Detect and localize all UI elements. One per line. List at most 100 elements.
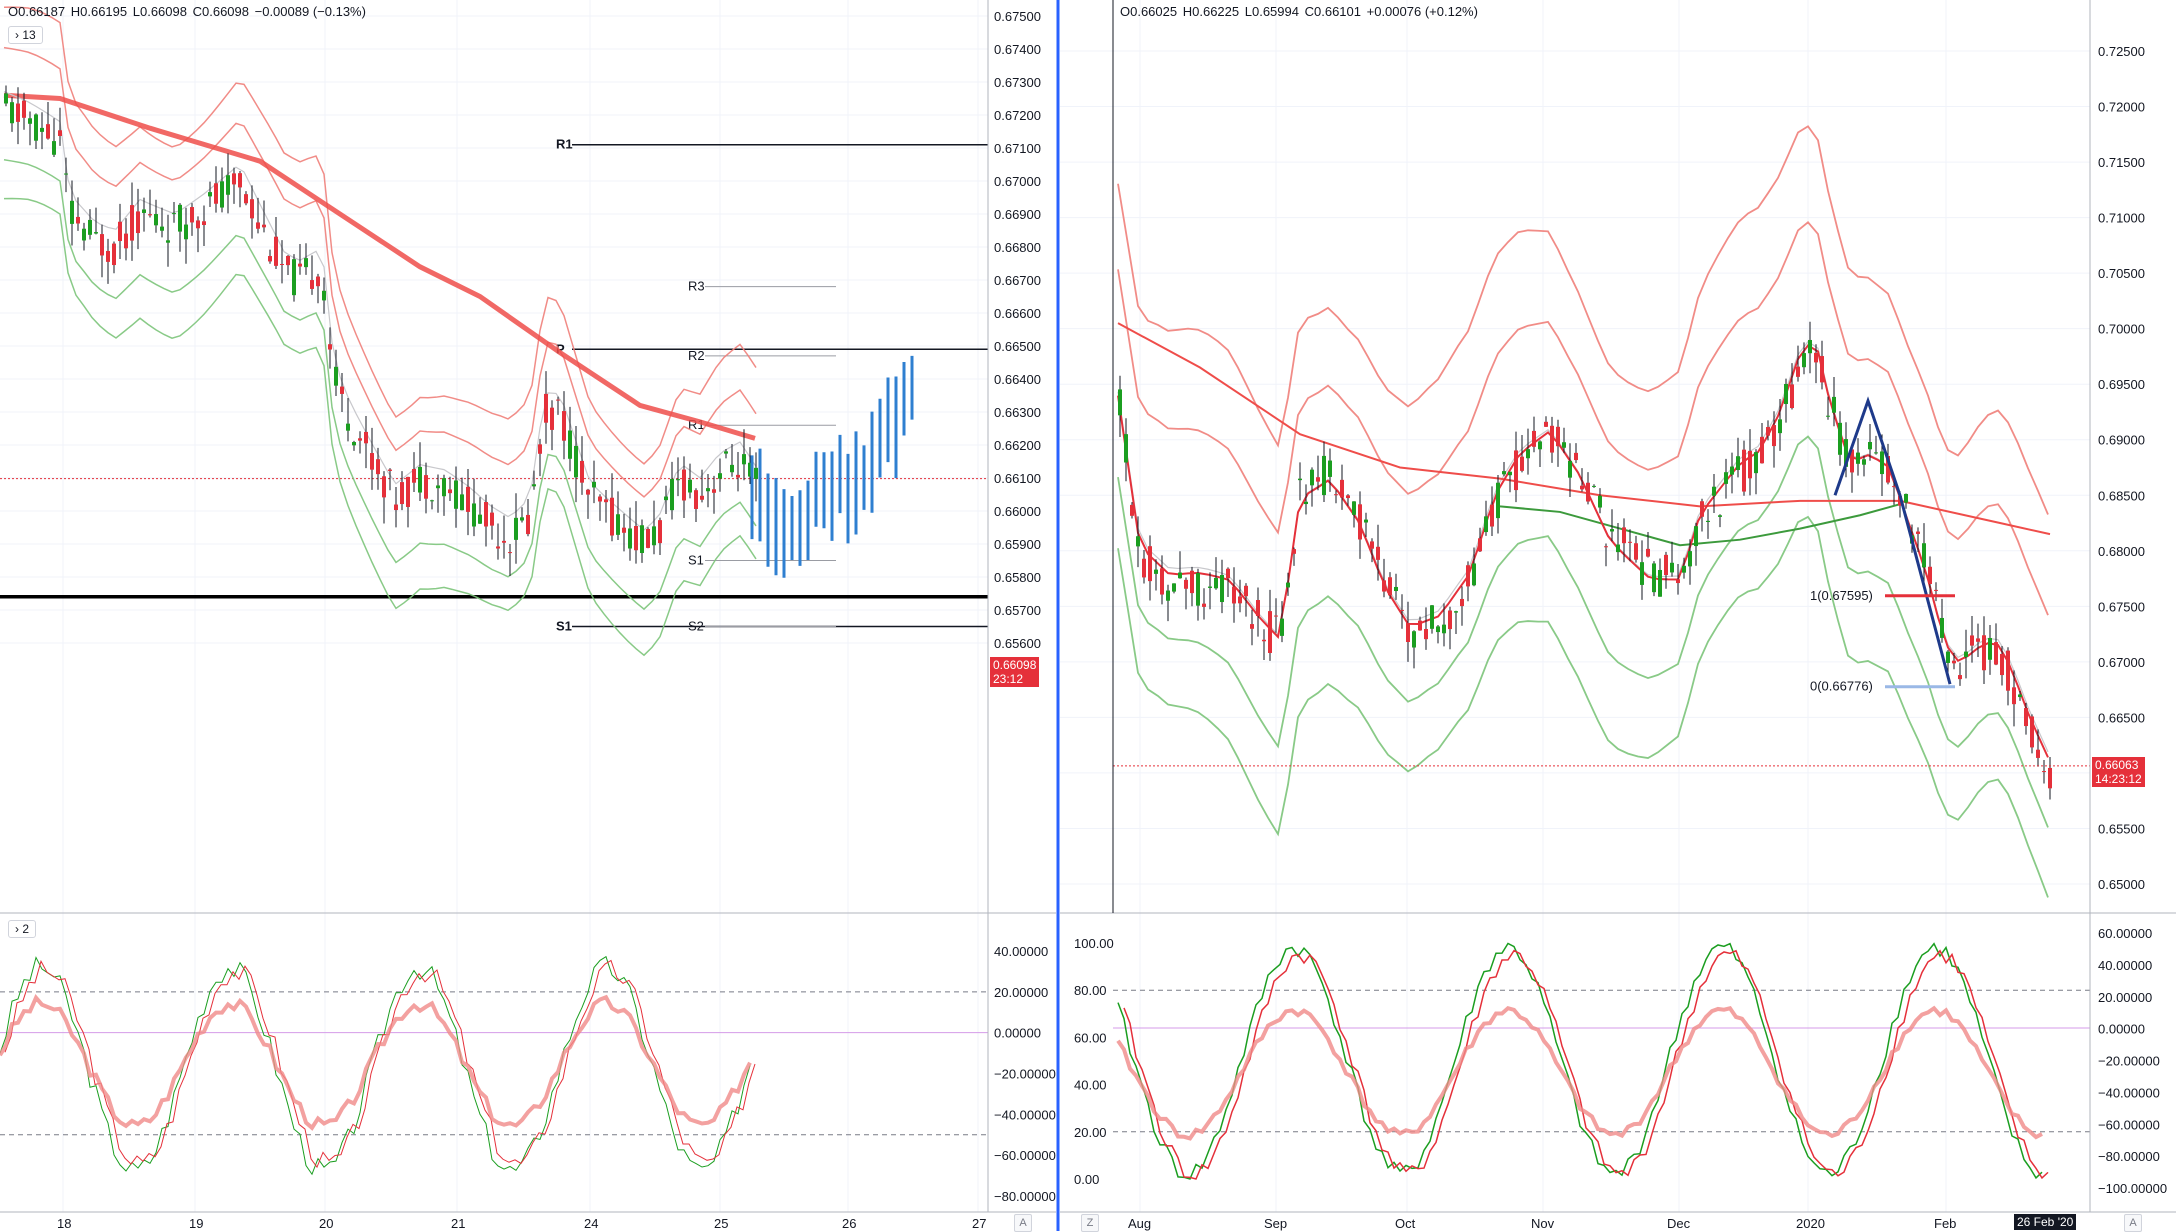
right-candle-body — [1520, 456, 1524, 471]
left-x-tick-label: 21 — [451, 1216, 465, 1231]
right-candle-body — [1358, 504, 1362, 540]
left-y-tick-label: 0.65600 — [994, 636, 1041, 651]
left-osc-tick-label: 0.00000 — [994, 1026, 1041, 1041]
left-candle-body — [172, 213, 176, 215]
osc-indicators-toggle-button[interactable]: › 2 — [8, 920, 37, 938]
right-candle-body — [1172, 583, 1176, 592]
left-candle-body — [616, 514, 620, 535]
left-candle-body — [736, 474, 740, 478]
right-candle-body — [1220, 574, 1224, 603]
left-candle-body — [742, 454, 746, 465]
left-x-tick-label: 20 — [319, 1216, 333, 1231]
left-candle-body — [628, 528, 632, 549]
right-candle-body — [1286, 582, 1290, 588]
left-candle-body — [508, 552, 512, 554]
left-candle-body — [130, 205, 134, 241]
left-open: O0.66187 — [8, 4, 66, 19]
right-candle-body — [1454, 611, 1458, 613]
right-candle-body — [1484, 516, 1488, 533]
left-candle-body — [640, 525, 644, 554]
left-candle-body — [154, 214, 158, 226]
right-candle-body — [1478, 538, 1482, 552]
right-candle-body — [1988, 637, 1992, 660]
right-candle-body — [1724, 472, 1728, 484]
left-candle-body — [22, 100, 26, 118]
auto-scale-button-left[interactable]: A — [1014, 1214, 1032, 1232]
left-candle-body — [664, 496, 668, 501]
right-candle-body — [1406, 622, 1410, 643]
left-candle-body — [214, 183, 218, 204]
right-candle-body — [1166, 590, 1170, 601]
right-candle-body — [1694, 526, 1698, 547]
left-candle-body — [244, 194, 248, 204]
right-candle-body — [1634, 543, 1638, 560]
left-candle-body — [412, 468, 416, 483]
right-candle-body — [1730, 466, 1734, 475]
right-candle-body — [1226, 568, 1230, 579]
right-candle-body — [1316, 477, 1320, 482]
left-ohlc-legend: O0.66187 H0.66195 L0.66098 C0.66098 −0.0… — [8, 4, 368, 19]
right-candle-body — [1550, 425, 1554, 453]
right-candle-body — [1430, 605, 1434, 629]
left-candle-body — [598, 496, 602, 502]
timezone-button[interactable]: Z — [1081, 1214, 1099, 1232]
right-candle-body — [1376, 546, 1380, 560]
right-candle-body — [1790, 384, 1794, 409]
right-candle-body — [1976, 638, 1980, 642]
left-candle-body — [358, 438, 362, 441]
right-candle-body — [1862, 459, 1866, 465]
right-candle-body — [1598, 495, 1602, 508]
right-osc-right-tick-label: −80.00000 — [2098, 1149, 2160, 1164]
right-candle-body — [1424, 629, 1428, 640]
chart-canvas: R1PS1R3R2R1S1S2 1(0.67595)0(0.66776) 0.6… — [0, 0, 2176, 1231]
right-candle-body — [1808, 339, 1812, 354]
left-osc-tick-label: 40.00000 — [994, 944, 1048, 959]
left-candle-body — [724, 451, 728, 454]
right-candle-body — [1328, 460, 1332, 477]
right-high: H0.66225 — [1182, 4, 1240, 19]
right-candle-body — [1130, 504, 1134, 516]
auto-scale-button-right[interactable]: A — [2124, 1214, 2142, 1232]
right-candle-body — [1826, 415, 1830, 417]
left-candle-body — [106, 250, 110, 262]
right-candle-body — [1526, 449, 1530, 459]
right-candle-body — [1700, 501, 1704, 517]
left-candle-body — [160, 226, 164, 231]
right-close: C0.66101 — [1304, 4, 1361, 19]
right-candle-body — [1466, 565, 1470, 587]
right-candle-body — [1292, 549, 1296, 554]
right-candle-body — [1304, 501, 1308, 505]
left-candle-body — [82, 228, 86, 241]
left-candle-body — [280, 263, 284, 265]
right-candle-body — [1610, 529, 1614, 532]
left-candle-body — [460, 494, 464, 511]
right-candle-body — [1574, 452, 1578, 461]
right-price-chip: 0.66063 14:23:12 — [2092, 757, 2145, 787]
right-candle-body — [1256, 600, 1260, 617]
right-candle-body — [1742, 449, 1746, 492]
right-y-tick-label: 0.66500 — [2098, 710, 2145, 725]
right-candle-body — [2048, 767, 2052, 789]
left-candle-body — [124, 233, 128, 249]
right-candle-body — [1472, 563, 1476, 586]
left-x-tick-label: 26 — [842, 1216, 856, 1231]
right-osc-left-tick-label: 60.00 — [1074, 1030, 1107, 1045]
left-candle-body — [292, 259, 296, 296]
left-y-tick-label: 0.66600 — [994, 306, 1041, 321]
left-candle-body — [286, 255, 290, 266]
indicators-toggle-button[interactable]: › 13 — [8, 26, 43, 44]
right-candle-body — [1214, 577, 1218, 589]
fib-label-1: 1(0.67595) — [1810, 588, 1873, 603]
left-candle-body — [118, 221, 122, 242]
left-candle-body — [10, 102, 14, 124]
right-candle-body — [1682, 565, 1686, 573]
left-candle-body — [304, 258, 308, 268]
left-candle-body — [148, 214, 152, 216]
right-open: O0.66025 — [1120, 4, 1178, 19]
right-candle-body — [1658, 569, 1662, 597]
right-candle-body — [1394, 586, 1398, 592]
left-candle-body — [700, 495, 704, 500]
right-candle-body — [1736, 456, 1740, 471]
left-candle-body — [568, 430, 572, 459]
right-candle-body — [1250, 624, 1254, 629]
